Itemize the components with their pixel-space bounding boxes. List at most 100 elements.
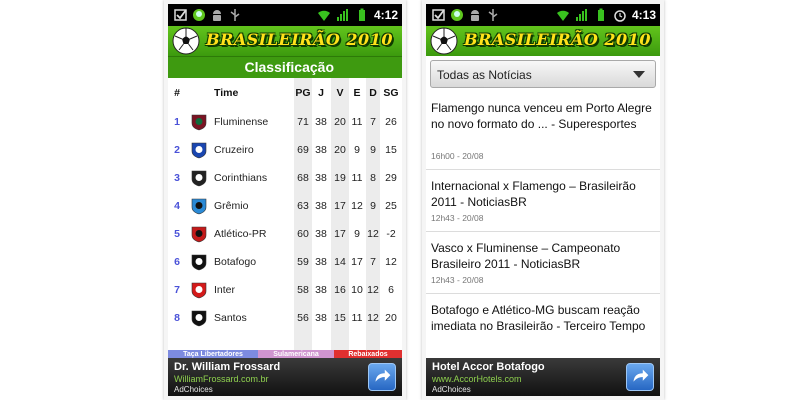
- team-name-cell: Corinthians: [214, 172, 268, 184]
- wins-cell: 16: [334, 284, 346, 296]
- header-losses: D: [369, 87, 377, 99]
- points-cell: 60: [297, 228, 309, 240]
- goal-difference-cell: 29: [385, 172, 397, 184]
- ad-open-button[interactable]: [626, 363, 654, 391]
- usb-icon: [488, 9, 498, 21]
- status-bar: 4:12: [168, 4, 402, 26]
- botafogo-crest-icon: [191, 254, 207, 271]
- dropdown-arrow-icon: [633, 71, 645, 78]
- section-header: Classificação: [168, 56, 402, 78]
- header-draws: E: [353, 87, 361, 99]
- goal-difference-cell: 6: [388, 284, 394, 296]
- draws-cell: 12: [351, 200, 363, 212]
- table-row[interactable]: 2 Cruzeiro 69 38 20 9 9 15: [168, 136, 402, 164]
- header-wins: V: [336, 87, 344, 99]
- losses-cell: 9: [370, 200, 376, 212]
- games-cell: 38: [315, 144, 327, 156]
- news-time: 16h00 - 20/08: [431, 151, 484, 161]
- ad-title: Hotel Accor Botafogo: [432, 361, 545, 373]
- android-robot-icon: [213, 10, 221, 21]
- points-cell: 71: [297, 116, 309, 128]
- position-cell: 5: [174, 228, 180, 240]
- table-row[interactable]: 1 Fluminense 71 38 20 11 7 26: [168, 108, 402, 136]
- ad-choices-label[interactable]: AdChoices: [174, 385, 213, 394]
- table-row[interactable]: 7 Inter 58 38 16 10 12 6: [168, 276, 402, 304]
- app-banner: BRASILEIRÃO 2010: [426, 26, 660, 56]
- team-name-cell: Inter: [214, 284, 236, 296]
- position-cell: 2: [174, 144, 180, 156]
- checkbox-notification-icon: [174, 9, 187, 21]
- games-cell: 38: [315, 116, 327, 128]
- ad-choices-label[interactable]: AdChoices: [432, 385, 471, 394]
- points-cell: 58: [297, 284, 309, 296]
- android-robot-icon: [471, 10, 479, 21]
- goal-difference-cell: 15: [385, 144, 397, 156]
- cruzeiro-crest-icon: [191, 142, 207, 159]
- ad-open-button[interactable]: [368, 363, 396, 391]
- ad-url: www.AccorHotels.com: [432, 374, 522, 384]
- news-title: Internacional x Flamengo – Brasileirão 2…: [431, 179, 636, 209]
- header-games: J: [318, 87, 324, 99]
- table-row[interactable]: 5 Atlético-PR 60 38 17 9 12 -2: [168, 220, 402, 248]
- losses-cell: 12: [367, 284, 379, 296]
- losses-cell: 12: [367, 312, 379, 324]
- checkbox-notification-icon: [432, 9, 445, 21]
- ad-title: Dr. William Frossard: [174, 361, 281, 373]
- status-bar: 4:13: [426, 4, 660, 26]
- table-row[interactable]: 6 Botafogo 59 38 14 17 7 12: [168, 248, 402, 276]
- forward-arrow-icon: [633, 369, 649, 382]
- ad-banner[interactable]: Dr. William Frossard WilliamFrossard.com…: [168, 358, 402, 396]
- news-item[interactable]: Vasco x Fluminense – Campeonato Brasilei…: [426, 240, 660, 294]
- wifi-icon: [556, 10, 569, 21]
- ad-banner[interactable]: Hotel Accor Botafogo www.AccorHotels.com…: [426, 358, 660, 396]
- android-notification-icon: [193, 9, 205, 21]
- usb-icon: [230, 9, 240, 21]
- team-name-cell: Atlético-PR: [214, 228, 267, 240]
- points-cell: 59: [297, 256, 309, 268]
- draws-cell: 9: [354, 144, 360, 156]
- standings-table: # Time PG J V E D SG 1 Fluminense 71 38 20 11…: [168, 78, 402, 350]
- gremio-crest-icon: [191, 198, 207, 215]
- wins-cell: 17: [334, 228, 346, 240]
- points-cell: 63: [297, 200, 309, 212]
- soccer-ball-icon: [172, 27, 200, 55]
- position-cell: 7: [174, 284, 180, 296]
- draws-cell: 17: [351, 256, 363, 268]
- team-name-cell: Fluminense: [214, 116, 269, 128]
- table-row[interactable]: 8 Santos 56 38 15 11 12 20: [168, 304, 402, 332]
- position-cell: 4: [174, 200, 180, 212]
- wins-cell: 15: [334, 312, 346, 324]
- corinthians-crest-icon: [191, 170, 207, 187]
- games-cell: 38: [315, 228, 327, 240]
- team-name-cell: Santos: [214, 312, 247, 324]
- games-cell: 38: [315, 284, 327, 296]
- header-goal-difference: SG: [383, 87, 399, 99]
- header-team: Time: [214, 87, 239, 99]
- news-item[interactable]: Botafogo e Atlético-MG buscam reação ime…: [426, 302, 660, 356]
- draws-cell: 11: [351, 116, 363, 128]
- status-clock: 4:12: [373, 8, 398, 22]
- news-time: 12h43 - 20/08: [431, 213, 484, 223]
- draws-cell: 11: [351, 172, 363, 184]
- section-title: Classificação: [244, 59, 335, 75]
- losses-cell: 7: [370, 116, 376, 128]
- position-cell: 1: [174, 116, 180, 128]
- goal-difference-cell: 12: [385, 256, 397, 268]
- app-banner: BRASILEIRÃO 2010: [168, 26, 402, 56]
- android-notification-icon: [451, 9, 463, 21]
- atletico-pr-crest-icon: [191, 226, 207, 243]
- wins-cell: 19: [334, 172, 346, 184]
- table-row[interactable]: 3 Corinthians 68 38 19 11 8 29: [168, 164, 402, 192]
- team-name-cell: Grêmio: [214, 200, 249, 212]
- signal-icon: [575, 9, 587, 21]
- goal-difference-cell: 20: [385, 312, 397, 324]
- news-filter-dropdown[interactable]: Todas as Notícias: [430, 60, 656, 88]
- table-row[interactable]: 4 Grêmio 63 38 17 12 9 25: [168, 192, 402, 220]
- news-item[interactable]: Internacional x Flamengo – Brasileirão 2…: [426, 178, 660, 232]
- wins-cell: 14: [334, 256, 346, 268]
- news-item[interactable]: Flamengo nunca venceu em Porto Alegre no…: [426, 100, 660, 170]
- forward-arrow-icon: [375, 369, 391, 382]
- points-cell: 68: [297, 172, 309, 184]
- alarm-icon: [614, 10, 626, 22]
- signal-icon: [336, 9, 348, 21]
